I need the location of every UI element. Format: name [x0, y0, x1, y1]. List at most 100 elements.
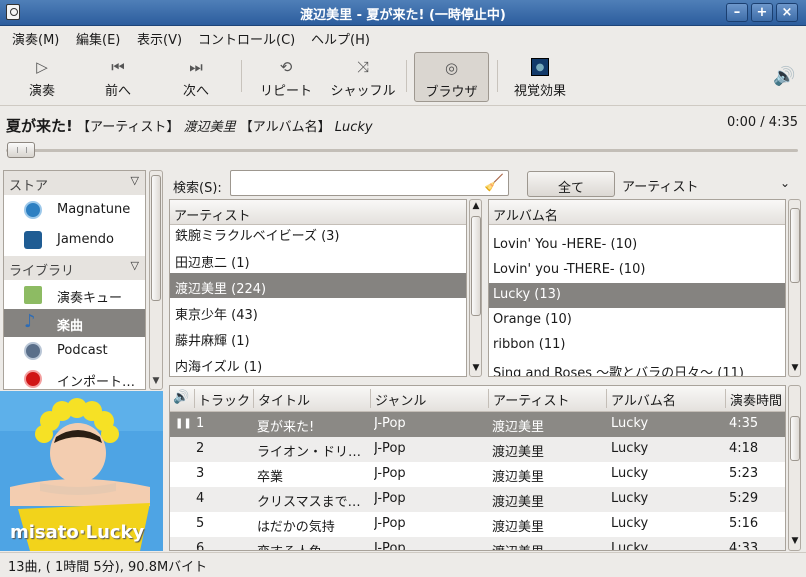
track-genre: J-Pop — [374, 541, 406, 551]
next-button[interactable]: ⏭ 次へ — [168, 52, 224, 102]
sidebar-item-jamendo[interactable]: Jamendo — [4, 226, 145, 254]
track-album: Lucky — [611, 541, 649, 551]
chevron-down-icon: ⌄ — [779, 176, 790, 190]
sidebar-scrollbar[interactable]: ▼ — [149, 170, 163, 390]
browser-label: ブラウザ — [425, 85, 478, 100]
source-sidebar: ストア ▽ Magnatune Jamendo ライブラリ ▽ 演奏キュー ♪ … — [3, 170, 146, 390]
scrollbar-thumb[interactable] — [790, 416, 800, 461]
search-input[interactable]: 🧹 — [230, 170, 509, 196]
scroll-down-icon[interactable]: ▼ — [470, 363, 482, 373]
chevron-down-icon[interactable]: ▽ — [131, 174, 139, 187]
sidebar-item-import[interactable]: インポート… — [4, 365, 145, 390]
list-item[interactable]: 鉄腕ミラクルベイビーズ (3) — [170, 222, 466, 247]
previous-button[interactable]: ⏮ 前へ — [90, 52, 146, 102]
list-item[interactable]: Orange (10) — [489, 308, 785, 333]
window-title: 渡辺美里 - 夏が来た! (一時停止中) — [300, 8, 506, 23]
column-artist[interactable]: アーティスト — [493, 390, 569, 409]
toolbar-separator — [497, 60, 498, 92]
scrollbar-thumb[interactable] — [471, 216, 481, 316]
artist-list-scrollbar[interactable]: ▲ ▼ — [469, 199, 482, 377]
clear-broom-icon[interactable]: 🧹 — [484, 173, 504, 192]
sidebar-item-label: Magnatune — [57, 202, 131, 217]
track-artist: 渡辺美里 — [492, 445, 545, 460]
track-artist: 渡辺美里 — [492, 541, 544, 550]
column-title[interactable]: タイトル — [258, 390, 310, 409]
album-list-scrollbar[interactable]: ▼ — [788, 199, 801, 377]
visual-effects-label: 視覚効果 — [513, 84, 566, 99]
track-title: ライオン・ドリ… — [257, 445, 362, 460]
shuffle-button[interactable]: ⤨ シャッフル — [328, 52, 398, 102]
show-all-button[interactable]: 全て — [527, 171, 615, 197]
table-row[interactable]: 3 卒業 J-Pop 渡辺美里 Lucky 5:23 — [170, 462, 785, 487]
now-playing-title: 夏が来た! — [6, 117, 73, 135]
album-column-header[interactable]: アルバム名 — [489, 200, 785, 225]
store-header[interactable]: ストア ▽ — [4, 171, 145, 195]
seek-bar[interactable] — [6, 149, 798, 152]
scrollbar-thumb[interactable] — [151, 175, 161, 301]
list-item[interactable]: 東京少年 (43) — [170, 299, 466, 324]
menu-view[interactable]: 表示(V) — [137, 29, 182, 48]
list-item[interactable]: Lovin' you -THERE- (10) — [489, 258, 785, 283]
volume-icon[interactable]: 🔊 — [773, 66, 795, 87]
column-duration[interactable]: 演奏時間 — [730, 390, 782, 409]
elapsed-time: 0:00 / 4:35 — [726, 115, 798, 130]
sidebar-item-podcast[interactable]: Podcast — [4, 337, 145, 365]
list-item[interactable]: Lovin' You -HERE- (10) — [489, 233, 785, 258]
scroll-down-icon[interactable]: ▼ — [789, 536, 801, 546]
visual-effects-button[interactable]: ● 視覚効果 — [508, 52, 572, 102]
track-genre: J-Pop — [374, 416, 406, 431]
maximize-button[interactable]: + — [751, 3, 773, 22]
table-row[interactable]: 2 ライオン・ドリ… J-Pop 渡辺美里 Lucky 4:18 — [170, 437, 785, 462]
minimize-button[interactable]: – — [726, 3, 748, 22]
scroll-up-icon[interactable]: ▲ — [470, 201, 482, 211]
sidebar-item-music[interactable]: ♪ 楽曲 — [4, 309, 145, 337]
track-duration: 4:35 — [729, 416, 759, 431]
list-item[interactable]: Sing and Roses ～歌とバラの日々～ (11) — [489, 358, 785, 376]
visual-effects-icon: ● — [531, 58, 549, 76]
menu-control[interactable]: コントロール(C) — [198, 29, 295, 48]
play-button[interactable]: ▷ 演奏 — [14, 52, 70, 102]
podcast-icon — [24, 342, 42, 360]
menu-play[interactable]: 演奏(M) — [12, 29, 59, 48]
menu-bar: 演奏(M) 編集(E) 表示(V) コントロール(C) ヘルプ(H) — [0, 26, 806, 50]
track-duration: 4:18 — [729, 441, 759, 456]
close-button[interactable]: × — [776, 3, 798, 22]
browser-button[interactable]: ◎ ブラウザ — [414, 52, 489, 102]
play-icon: ▷ — [36, 58, 48, 76]
list-item[interactable]: 田辺恵二 (1) — [170, 247, 466, 272]
list-item-selected[interactable]: Lucky (13) — [489, 283, 785, 308]
column-genre[interactable]: ジャンル — [375, 390, 426, 409]
scroll-down-icon[interactable]: ▼ — [789, 363, 801, 373]
column-album[interactable]: アルバム名 — [611, 390, 676, 409]
table-row[interactable]: 6 恋する人魚 J-Pop 渡辺美里 Lucky 4:33 — [170, 537, 785, 551]
menu-edit[interactable]: 編集(E) — [76, 29, 120, 48]
table-row-playing[interactable]: ❚❚ 1 夏が来た! J-Pop 渡辺美里 Lucky 4:35 — [170, 412, 785, 437]
library-header[interactable]: ライブラリ ▽ — [4, 256, 145, 280]
track-table-scrollbar[interactable]: ▼ — [788, 385, 801, 551]
seek-handle[interactable] — [7, 142, 35, 158]
table-row[interactable]: 5 はだかの気持 J-Pop 渡辺美里 Lucky 5:16 — [170, 512, 785, 537]
column-track[interactable]: トラック — [198, 390, 250, 409]
now-playing-column-icon[interactable]: 🔊 — [173, 390, 189, 405]
filter-combobox[interactable]: アーティスト ⌄ — [622, 176, 790, 195]
list-item[interactable]: 内海イズル (1) — [170, 351, 466, 376]
scroll-down-icon[interactable]: ▼ — [150, 376, 162, 386]
track-genre: J-Pop — [374, 441, 406, 456]
menu-help[interactable]: ヘルプ(H) — [311, 29, 370, 48]
list-item-selected[interactable]: 渡辺美里 (224) — [170, 273, 466, 298]
column-separator — [194, 389, 195, 408]
sidebar-item-magnatune[interactable]: Magnatune — [4, 196, 145, 224]
scrollbar-thumb[interactable] — [790, 208, 800, 283]
repeat-button[interactable]: ⟲ リピート — [254, 52, 318, 102]
status-text: 13曲, ( 1時間 5分), 90.8Mバイト — [8, 560, 208, 575]
sidebar-item-play-queue[interactable]: 演奏キュー — [4, 281, 145, 309]
toolbar: ▷ 演奏 ⏮ 前へ ⏭ 次へ ⟲ リピート ⤨ シャッフル ◎ ブラウザ ● 視… — [0, 50, 806, 106]
list-item[interactable]: 藤井麻輝 (1) — [170, 325, 466, 350]
search-label: 検索(S): — [173, 181, 222, 196]
table-row[interactable]: 4 クリスマスまで… J-Pop 渡辺美里 Lucky 5:29 — [170, 487, 785, 512]
list-item[interactable]: ribbon (11) — [489, 333, 785, 358]
sidebar-item-label: インポート… — [57, 375, 136, 390]
chevron-down-icon[interactable]: ▽ — [131, 259, 139, 272]
cover-title: misato·Lucky — [10, 522, 145, 543]
music-note-icon: ♪ — [24, 311, 36, 332]
